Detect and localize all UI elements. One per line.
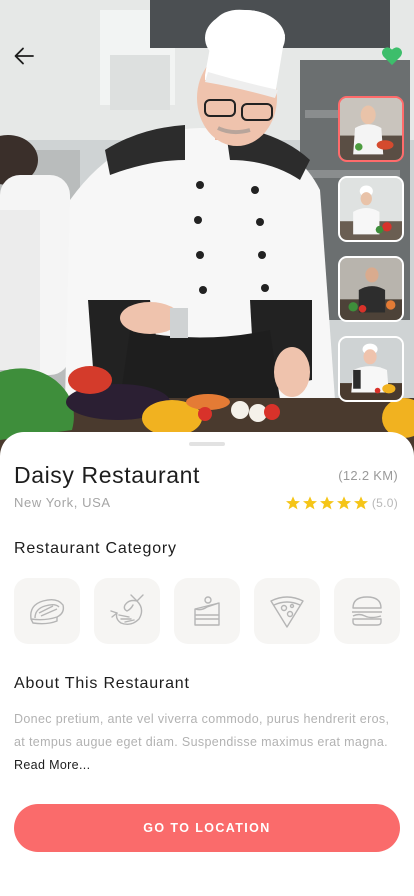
restaurant-detail-screen: Daisy Restaurant (12.2 KM) New York, USA… [0, 0, 414, 896]
rating: (5.0) [285, 495, 398, 511]
go-to-location-button[interactable]: GO TO LOCATION [14, 804, 400, 852]
favorite-button[interactable] [380, 44, 404, 68]
gallery-thumbnail[interactable] [338, 336, 404, 402]
photo-gallery [338, 96, 404, 416]
star-icon [336, 496, 351, 510]
about-text: Donec pretium, ante vel viverra commodo,… [14, 712, 390, 749]
gallery-thumbnail[interactable] [338, 256, 404, 322]
category-cake[interactable] [174, 578, 240, 644]
details-sheet: Daisy Restaurant (12.2 KM) New York, USA… [0, 432, 414, 896]
sheet-drag-handle[interactable] [189, 442, 225, 446]
arrow-left-icon [14, 47, 34, 65]
star-icon [302, 496, 317, 510]
hero-photo [0, 0, 414, 470]
cake-icon [194, 596, 220, 626]
category-pizza[interactable] [254, 578, 320, 644]
shrimp-icon [110, 594, 144, 626]
category-section-title: Restaurant Category [14, 540, 177, 557]
category-shrimp[interactable] [94, 578, 160, 644]
star-icon [319, 496, 334, 510]
restaurant-distance: (12.2 KM) [338, 468, 398, 483]
pizza-icon [270, 596, 304, 628]
chef-photo [340, 258, 402, 320]
restaurant-location: New York, USA [14, 495, 111, 510]
category-burger[interactable] [334, 578, 400, 644]
heart-icon [382, 47, 402, 66]
steak-icon [30, 598, 65, 625]
star-icon [353, 496, 368, 510]
restaurant-name: Daisy Restaurant [14, 462, 201, 488]
category-steak[interactable] [14, 578, 80, 644]
rating-value: (5.0) [371, 496, 398, 510]
gallery-thumbnail[interactable] [338, 176, 404, 242]
back-button[interactable] [8, 40, 40, 72]
chef-photo [340, 178, 402, 240]
gallery-thumbnail[interactable] [338, 96, 404, 162]
burger-icon [352, 596, 382, 626]
star-icon [285, 496, 300, 510]
about-section-title: About This Restaurant [14, 675, 190, 692]
about-description: Donec pretium, ante vel viverra commodo,… [14, 708, 404, 777]
chef-photo [340, 98, 402, 160]
category-list [14, 578, 400, 644]
chef-photo [340, 338, 402, 400]
read-more-link[interactable]: Read More... [14, 758, 90, 772]
